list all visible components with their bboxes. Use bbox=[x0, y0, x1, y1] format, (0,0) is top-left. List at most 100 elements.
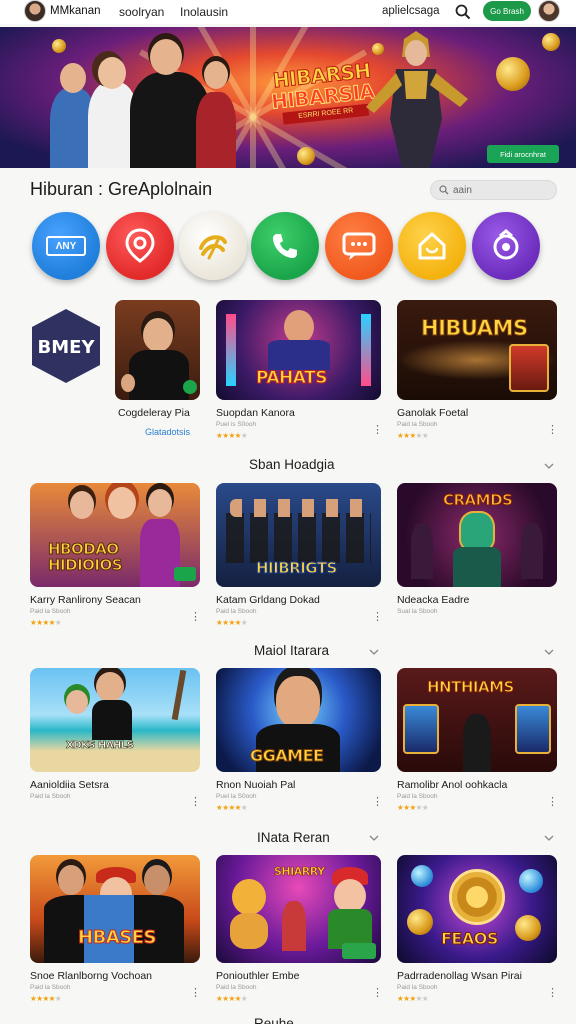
row-label: Reuhe bbox=[254, 1016, 294, 1024]
thumb-neon-bar bbox=[361, 314, 371, 386]
more-options-icon[interactable]: ⋮ bbox=[547, 797, 558, 808]
search-input[interactable]: aain bbox=[430, 180, 557, 200]
thumb-person bbox=[144, 865, 170, 895]
card-thumbnail bbox=[115, 300, 200, 400]
card-rating: ★★★★★ bbox=[216, 618, 248, 627]
card-subtitle: Paid la Sbooh bbox=[397, 793, 438, 800]
home-app-icon[interactable] bbox=[398, 212, 466, 280]
card-subtitle: Paid la Sbooh bbox=[397, 984, 438, 991]
thumb-title: GGAMEE bbox=[249, 746, 324, 766]
thumb-slot-machine bbox=[403, 704, 439, 754]
card-title: Padrradenollag Wsan Pirai bbox=[397, 970, 522, 982]
thumb-title: CRAMDS bbox=[442, 491, 513, 510]
pin-app-icon[interactable] bbox=[106, 212, 174, 280]
thumb-person bbox=[108, 487, 136, 519]
banner-cta-label: Fidi arocnhrat bbox=[500, 149, 546, 159]
coin-icon bbox=[515, 915, 541, 941]
swirl-app-icon[interactable] bbox=[179, 212, 247, 280]
brand-name[interactable]: MMkanan bbox=[50, 5, 101, 17]
thumb-figure bbox=[411, 523, 433, 579]
thumb-title: HBASES bbox=[78, 927, 157, 949]
card-title: Poniouthler Embe bbox=[216, 970, 300, 982]
card-title: Cogdeleray Pia bbox=[118, 407, 190, 419]
card-subtitle: Paid la Sbooh bbox=[30, 984, 71, 991]
thumb-title: HNTHIAMS bbox=[427, 678, 515, 697]
more-options-icon[interactable]: ⋮ bbox=[190, 612, 201, 623]
row-label: Sban Hoadgia bbox=[249, 457, 335, 472]
more-options-icon[interactable]: ⋮ bbox=[372, 797, 383, 808]
user-avatar[interactable] bbox=[24, 0, 46, 22]
thumb-figure bbox=[282, 901, 306, 951]
chevron-down-icon[interactable] bbox=[369, 647, 379, 657]
search-icon[interactable] bbox=[454, 3, 472, 21]
camera-icon bbox=[493, 229, 519, 260]
search-icon bbox=[439, 185, 449, 195]
thumb-title: HIIBRIGTS bbox=[256, 559, 338, 578]
more-options-icon[interactable]: ⋮ bbox=[372, 425, 383, 436]
banner-person-head bbox=[204, 61, 228, 89]
phone-app-icon[interactable] bbox=[251, 212, 319, 280]
thumb-person bbox=[121, 374, 135, 392]
thumb-person-body bbox=[92, 700, 132, 740]
card-subtitle: Paid la Sbooh bbox=[216, 608, 257, 615]
search-placeholder: aain bbox=[453, 184, 472, 196]
card-thumbnail: GGAMEE bbox=[216, 668, 381, 772]
card-subtitle: Paid la Sbooh bbox=[216, 984, 257, 991]
card-subtitle: Sual la Sbooh bbox=[397, 608, 438, 615]
banner-cta-button[interactable]: Fidi arocnhrat bbox=[487, 145, 559, 163]
more-options-icon[interactable]: ⋮ bbox=[547, 988, 558, 999]
card-title: Snoe Rlanlborng Vochoan bbox=[30, 970, 153, 982]
thumb-person bbox=[96, 672, 124, 702]
thumb-crowd-heads bbox=[230, 499, 367, 517]
card-rating: ★★★★★ bbox=[216, 994, 248, 1003]
profile-avatar[interactable] bbox=[538, 0, 560, 22]
nav-link-3[interactable]: aplielcsaga bbox=[382, 5, 440, 17]
banner-person bbox=[196, 92, 236, 168]
card-link[interactable]: Glatadotsis bbox=[145, 427, 190, 437]
chevron-down-icon[interactable] bbox=[544, 647, 554, 657]
thumb-person bbox=[70, 491, 94, 519]
card-rating: ★★★★★ bbox=[397, 994, 429, 1003]
card-rating: ★★★★★ bbox=[216, 431, 248, 440]
nav-link-1[interactable]: soolryan bbox=[119, 5, 164, 19]
card-title: Suopdan Kanora bbox=[216, 407, 295, 419]
more-options-icon[interactable]: ⋮ bbox=[372, 612, 383, 623]
more-options-icon[interactable]: ⋮ bbox=[190, 988, 201, 999]
more-options-icon[interactable]: ⋮ bbox=[190, 797, 201, 808]
coin-icon bbox=[542, 33, 560, 51]
thumb-character-body bbox=[268, 340, 330, 370]
nav-link-2[interactable]: Inolausin bbox=[180, 5, 228, 19]
thumb-character bbox=[334, 879, 366, 913]
chevron-down-icon[interactable] bbox=[544, 461, 554, 471]
thumb-slot-machine bbox=[509, 344, 549, 392]
go-button[interactable]: Go Brash bbox=[483, 1, 531, 21]
bmey-badge-label: BMEY bbox=[38, 337, 96, 358]
card-thumbnail: HNTHIAMS bbox=[397, 668, 557, 772]
chevron-down-icon[interactable] bbox=[369, 833, 379, 843]
thumb-title: PAHATS bbox=[256, 368, 328, 389]
thumb-cartoon-dog bbox=[232, 879, 266, 915]
card-thumbnail: HIBUAMS bbox=[397, 300, 557, 400]
thumb-figure bbox=[463, 714, 491, 772]
card-title: Katam Grldang Dokad bbox=[216, 594, 320, 606]
more-options-icon[interactable]: ⋮ bbox=[547, 425, 558, 436]
card-title: Rnon Nuoiah Pal bbox=[216, 779, 296, 791]
hero-banner[interactable]: HIBARSH HIBARSIA ESRRI ROEE RR Fidi aroc… bbox=[0, 27, 576, 168]
card-subtitle: Puel la S0ooh bbox=[216, 793, 257, 800]
any-app-icon[interactable]: ΛNY bbox=[32, 212, 100, 280]
thumb-person-body bbox=[129, 350, 189, 400]
thumb-character bbox=[284, 310, 314, 344]
row-label: INata Reran bbox=[257, 830, 330, 845]
bmey-badge[interactable]: BMEY bbox=[30, 307, 102, 385]
camera-app-icon[interactable] bbox=[472, 212, 540, 280]
thumb-title: HBODAO HIDIOIOS bbox=[48, 540, 124, 574]
more-options-icon[interactable]: ⋮ bbox=[372, 988, 383, 999]
chevron-down-icon[interactable] bbox=[544, 833, 554, 843]
card-title: Ganolak Foetal bbox=[397, 407, 469, 419]
card-rating: ★★★★★ bbox=[397, 431, 429, 440]
thumb-person bbox=[58, 865, 84, 895]
card-thumbnail: XDKS HAHLS bbox=[30, 668, 200, 772]
card-title: Karry Ranlirony Seacan bbox=[30, 594, 141, 606]
thumb-slot-machine bbox=[515, 704, 551, 754]
chat-app-icon[interactable] bbox=[325, 212, 393, 280]
